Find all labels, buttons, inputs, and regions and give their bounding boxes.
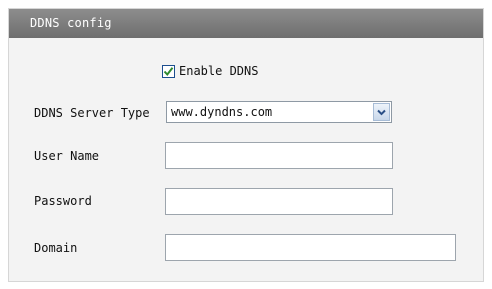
server-type-label: DDNS Server Type <box>34 106 150 120</box>
enable-ddns-checkbox[interactable] <box>162 64 175 78</box>
ddns-config-panel: DDNS config Enable DDNS DDNS Server Type… <box>8 8 484 282</box>
user-name-label: User Name <box>34 149 100 163</box>
password-label: Password <box>34 194 92 208</box>
server-type-select[interactable]: www.dyndns.com <box>166 101 392 123</box>
domain-input[interactable] <box>165 234 456 261</box>
password-input[interactable] <box>165 188 393 215</box>
server-type-value: www.dyndns.com <box>171 105 273 119</box>
enable-ddns-row: Enable DDNS <box>162 63 258 79</box>
domain-label: Domain <box>34 241 78 255</box>
chevron-down-icon[interactable] <box>373 103 390 121</box>
user-name-input[interactable] <box>165 142 393 169</box>
check-mark-icon <box>163 66 174 76</box>
panel-title: DDNS config <box>9 9 483 38</box>
enable-ddns-label[interactable]: Enable DDNS <box>179 64 258 78</box>
